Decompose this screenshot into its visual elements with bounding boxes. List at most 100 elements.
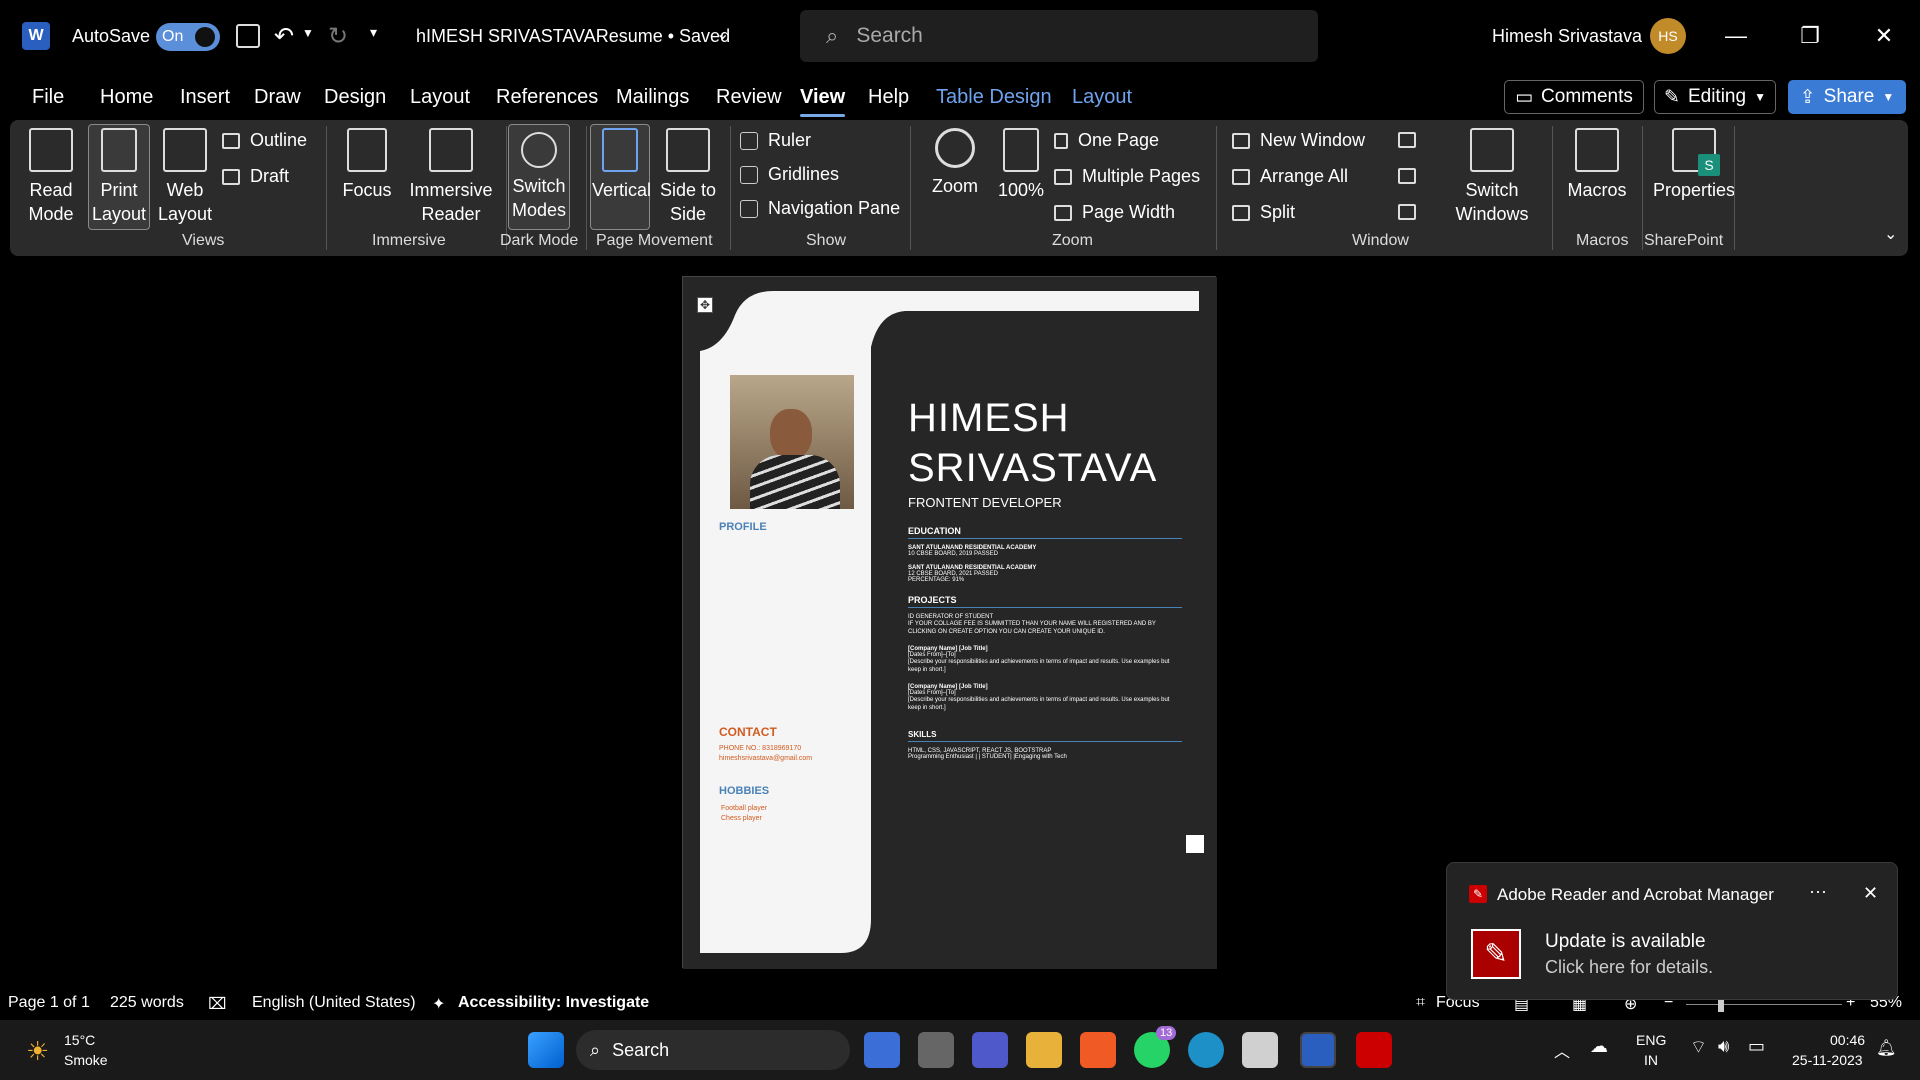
language[interactable]: English (United States) <box>252 994 416 1012</box>
properties-button[interactable]: S Properties <box>1646 128 1742 202</box>
brave-icon[interactable] <box>1080 1032 1116 1068</box>
zoom-slider-thumb[interactable] <box>1718 998 1724 1012</box>
share-button[interactable]: ⇪ Share ▼ <box>1788 80 1906 114</box>
tab-references[interactable]: References <box>496 86 598 109</box>
tab-review[interactable]: Review <box>716 86 782 109</box>
view-side-by-side-icon[interactable] <box>1398 132 1416 148</box>
acrobat-taskbar-icon[interactable] <box>1356 1032 1392 1068</box>
table-resize-handle[interactable] <box>1186 835 1204 853</box>
immersive-reader-button[interactable]: Immersive Reader <box>400 128 502 226</box>
navigation-pane-checkbox[interactable]: Navigation Pane <box>740 198 900 219</box>
proofing-icon[interactable]: ⌧ <box>208 994 226 1014</box>
zoom-button[interactable]: Zoom <box>924 128 986 198</box>
tab-design[interactable]: Design <box>324 86 386 109</box>
word-taskbar-icon[interactable] <box>1300 1032 1336 1068</box>
user-name[interactable]: Himesh Srivastava <box>1492 26 1642 47</box>
store-icon[interactable] <box>1242 1032 1278 1068</box>
read-mode-button[interactable]: Read Mode <box>24 128 78 226</box>
save-icon[interactable] <box>236 24 260 48</box>
synchronous-scrolling-icon[interactable] <box>1398 168 1416 184</box>
close-icon[interactable]: ✕ <box>1864 18 1904 54</box>
zoom-100-button[interactable]: 100% <box>994 128 1048 202</box>
restore-icon[interactable]: ❐ <box>1790 18 1830 54</box>
taskbar-search[interactable]: ⌕ Search <box>576 1030 850 1070</box>
page-count[interactable]: Page 1 of 1 <box>8 994 90 1012</box>
tab-home[interactable]: Home <box>100 86 153 109</box>
volume-icon[interactable]: 🔊︎ <box>1718 1036 1729 1057</box>
comments-button[interactable]: ▭ Comments <box>1504 80 1644 114</box>
ruler-checkbox[interactable]: Ruler <box>740 130 811 151</box>
tab-file[interactable]: File <box>32 86 64 109</box>
weather-icon[interactable]: ☀ <box>26 1036 49 1067</box>
one-page-button[interactable]: One Page <box>1054 130 1159 151</box>
zoom-slider[interactable] <box>1686 1004 1842 1005</box>
toast-close-icon[interactable]: ✕ <box>1863 883 1878 904</box>
tab-insert[interactable]: Insert <box>180 86 230 109</box>
document-title[interactable]: hIMESH SRIVASTAVAResume • Saved <box>416 26 730 47</box>
weather-temp[interactable]: 15°C <box>64 1032 95 1048</box>
copilot-icon[interactable] <box>864 1032 900 1068</box>
vertical-button[interactable]: Vertical <box>592 128 651 202</box>
weather-condition[interactable]: Smoke <box>64 1052 108 1068</box>
battery-icon[interactable]: ▭ <box>1748 1036 1765 1057</box>
search-box[interactable]: ⌕ Search <box>800 10 1318 62</box>
autosave-toggle[interactable]: On <box>156 23 220 51</box>
task-view-icon[interactable] <box>918 1032 954 1068</box>
more-options-icon[interactable]: ··· <box>1809 881 1827 902</box>
onedrive-icon[interactable]: ☁ <box>1590 1036 1608 1057</box>
tab-help[interactable]: Help <box>868 86 909 109</box>
multiple-pages-button[interactable]: Multiple Pages <box>1054 166 1200 187</box>
navigation-pane-check[interactable] <box>740 199 758 218</box>
clock-date[interactable]: 25-11-2023 <box>1792 1052 1863 1068</box>
switch-windows-button[interactable]: Switch Windows <box>1440 128 1544 226</box>
avatar[interactable]: HS <box>1650 18 1686 54</box>
switch-modes-button[interactable]: Switch Modes <box>510 128 568 222</box>
title-chevron-icon[interactable]: ⌄ <box>716 24 729 44</box>
accessibility-status[interactable]: Accessibility: Investigate <box>458 994 649 1012</box>
redo-icon[interactable]: ↻ <box>328 22 348 51</box>
gridlines-check[interactable] <box>740 165 758 184</box>
page-width-button[interactable]: Page Width <box>1054 202 1175 223</box>
edge-icon[interactable] <box>1188 1032 1224 1068</box>
ruler-check[interactable] <box>740 131 758 150</box>
print-layout-label: Print Layout <box>91 180 147 224</box>
wifi-icon[interactable]: ⌔ <box>1690 1036 1707 1059</box>
notification-toast[interactable]: ✎ Adobe Reader and Acrobat Manager ··· ✕… <box>1446 862 1898 1000</box>
focus-button[interactable]: Focus <box>340 128 394 202</box>
draft-button[interactable]: Draft <box>222 166 289 187</box>
minimize-icon[interactable]: — <box>1716 18 1756 54</box>
tab-table-design[interactable]: Table Design <box>936 86 1052 109</box>
undo-icon[interactable]: ↶ <box>274 22 294 51</box>
tab-view[interactable]: View <box>800 86 846 117</box>
language-region[interactable]: IN <box>1644 1052 1658 1068</box>
editing-button[interactable]: ✎ Editing ▼ <box>1654 80 1776 114</box>
language-line[interactable]: ENG <box>1636 1032 1666 1048</box>
table-move-handle-icon[interactable]: ✥ <box>697 297 713 313</box>
clock-time[interactable]: 00:46 <box>1830 1032 1865 1048</box>
outline-button[interactable]: Outline <box>222 130 307 151</box>
word-count[interactable]: 225 words <box>110 994 184 1012</box>
chevron-up-icon[interactable]: ︿ <box>1554 1038 1570 1062</box>
print-layout-button[interactable]: Print Layout <box>90 128 148 226</box>
customize-qat-icon[interactable]: ▾ <box>370 24 377 41</box>
tab-mailings[interactable]: Mailings <box>616 86 689 109</box>
collapse-ribbon-icon[interactable]: ⌄ <box>1884 224 1897 244</box>
notification-bell-icon[interactable]: 🔔︎ <box>1876 1038 1896 1058</box>
split-button[interactable]: Split <box>1232 202 1295 223</box>
tab-layout[interactable]: Layout <box>410 86 470 109</box>
file-explorer-icon[interactable] <box>1026 1032 1062 1068</box>
web-layout-button[interactable]: Web Layout <box>156 128 214 226</box>
tab-draw[interactable]: Draw <box>254 86 301 109</box>
new-window-button[interactable]: New Window <box>1232 130 1365 151</box>
macros-button[interactable]: Macros <box>1558 128 1636 202</box>
undo-dropdown-icon[interactable]: ▼ <box>302 26 314 40</box>
gridlines-checkbox[interactable]: Gridlines <box>740 164 839 185</box>
teams-icon[interactable] <box>972 1032 1008 1068</box>
start-icon[interactable] <box>528 1032 564 1068</box>
document-page[interactable]: ✥ PROFILE CONTACT PHONE NO.: 8318969170 … <box>682 276 1217 969</box>
tab-table-layout[interactable]: Layout <box>1072 86 1132 109</box>
arrange-all-button[interactable]: Arrange All <box>1232 166 1348 187</box>
toast-body: Click here for details. <box>1545 957 1714 977</box>
side-to-side-button[interactable]: Side to Side <box>656 128 720 226</box>
reset-window-position-icon[interactable] <box>1398 204 1416 220</box>
